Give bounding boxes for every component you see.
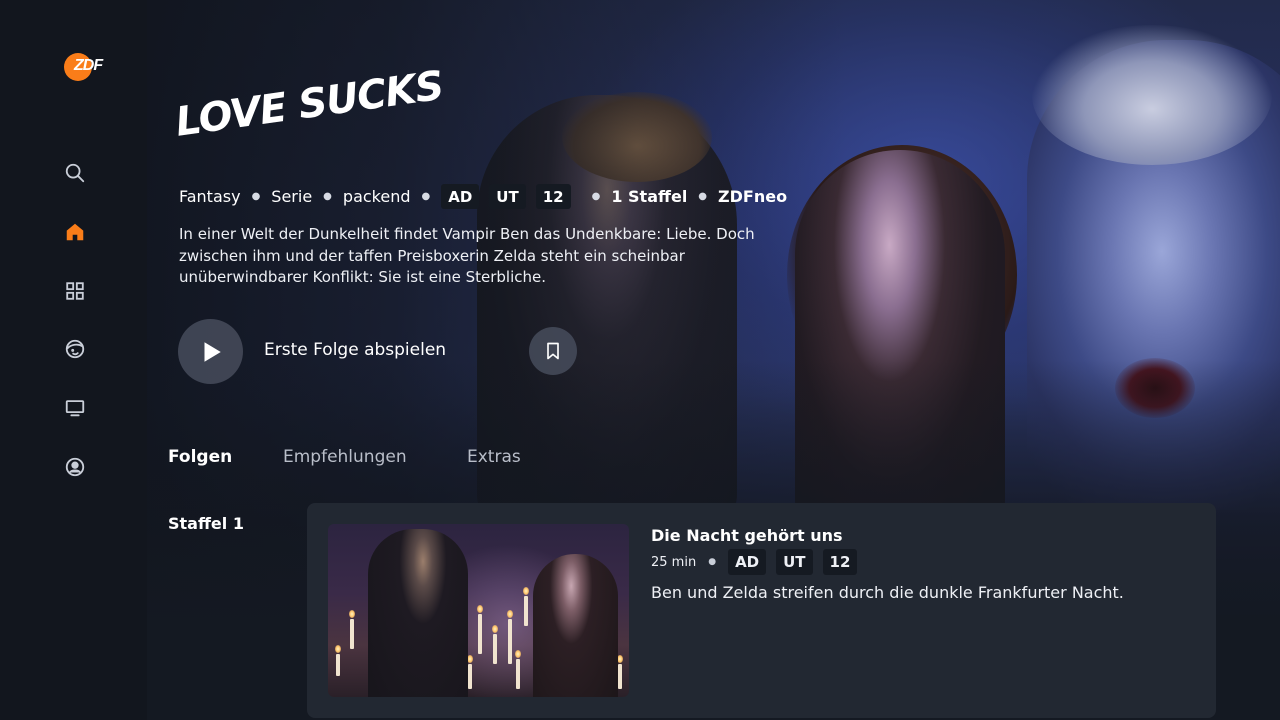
season-selector[interactable]: Staffel 1: [168, 514, 244, 533]
episode-duration: 25 min: [651, 554, 697, 570]
meta-separator: ●: [591, 191, 601, 202]
sidebar-item-live-tv[interactable]: [60, 393, 90, 423]
app-root: ZDF LOVE SUCKS Fantasy ● Serie ● packend…: [0, 0, 1280, 720]
tab-folgen[interactable]: Folgen: [168, 447, 232, 467]
meta-separator: ●: [251, 191, 261, 202]
zdf-logo[interactable]: ZDF: [64, 53, 114, 81]
episode-thumbnail: [328, 524, 629, 697]
play-icon: [204, 341, 221, 362]
play-label[interactable]: Erste Folge abspielen: [264, 340, 446, 360]
meta-separator: ●: [698, 191, 708, 202]
age-rating-badge: 12: [535, 184, 571, 209]
show-meta: Fantasy ● Serie ● packend ● AD UT 12 ● 1…: [179, 184, 787, 209]
bookmark-button[interactable]: [529, 327, 577, 375]
show-description: In einer Welt der Dunkelheit findet Vamp…: [179, 225, 755, 286]
episode-title: Die Nacht gehört uns: [651, 526, 843, 545]
sidebar-item-kids[interactable]: [60, 334, 90, 364]
meta-seasons: 1 Staffel: [611, 187, 688, 206]
meta-separator: ●: [323, 191, 332, 202]
sidebar-item-categories[interactable]: [60, 276, 90, 306]
episode-card[interactable]: Die Nacht gehört uns 25 min ● AD UT 12 B…: [307, 503, 1216, 718]
kids-icon: [65, 339, 85, 359]
age-rating-badge: 12: [822, 549, 858, 575]
audio-description-badge: AD: [441, 184, 480, 209]
meta-separator: ●: [421, 191, 431, 202]
play-button[interactable]: [178, 319, 243, 384]
logo-text: ZDF: [74, 57, 103, 74]
meta-type: Serie: [271, 187, 313, 206]
sidebar-item-search[interactable]: [60, 158, 90, 188]
meta-separator: ●: [708, 557, 717, 567]
sidebar-item-profile[interactable]: [60, 452, 90, 482]
categories-icon: [66, 282, 84, 300]
tab-empfehlungen[interactable]: Empfehlungen: [283, 447, 407, 467]
thumbnail-figure-man: [368, 529, 468, 697]
sidebar: ZDF: [0, 0, 147, 720]
tv-icon: [65, 400, 85, 417]
tab-extras[interactable]: Extras: [467, 447, 521, 467]
bookmark-icon: [547, 342, 559, 360]
episode-description: Ben und Zelda streifen durch die dunkle …: [651, 583, 1124, 602]
search-icon: [65, 163, 85, 183]
sidebar-item-home[interactable]: [60, 217, 90, 247]
episode-meta: 25 min ● AD UT 12: [651, 549, 858, 575]
meta-mood: packend: [342, 187, 411, 206]
profile-icon: [65, 457, 85, 477]
meta-channel: ZDFneo: [718, 187, 788, 206]
meta-genre: Fantasy: [179, 187, 241, 206]
subtitles-badge: UT: [776, 549, 813, 575]
audio-description-badge: AD: [728, 549, 767, 575]
subtitles-badge: UT: [489, 184, 526, 209]
thumbnail-figure-woman: [533, 554, 618, 697]
home-icon: [66, 223, 84, 241]
